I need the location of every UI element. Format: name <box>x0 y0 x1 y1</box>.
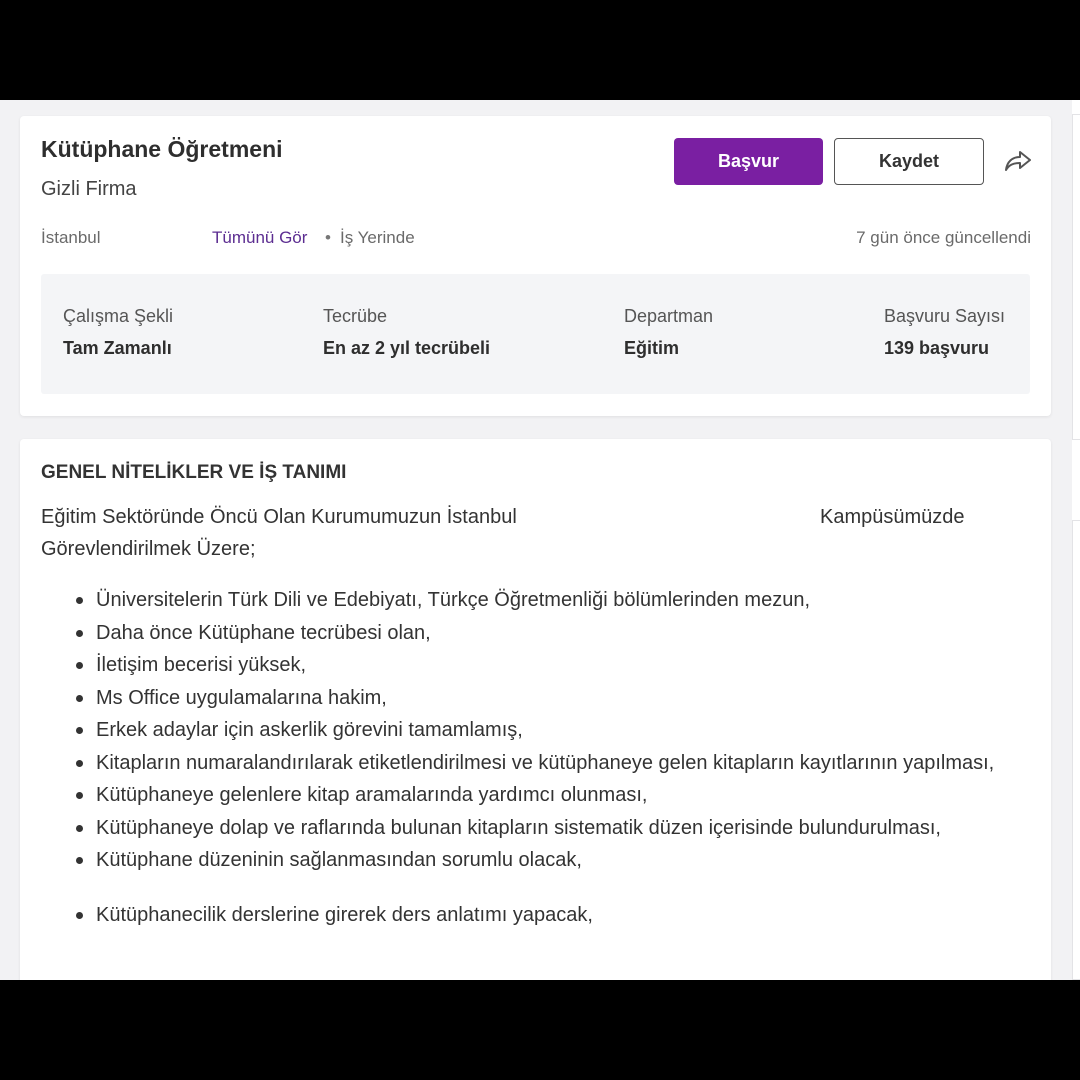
detail-value: Tam Zamanlı <box>63 338 172 358</box>
detail-application-count: Başvuru Sayısı 139 başvuru <box>884 306 1005 359</box>
job-header-card: Kütüphane Öğretmeni Gizli Firma İstanbul… <box>20 116 1051 416</box>
detail-label: Departman <box>624 306 714 326</box>
share-arrow-icon[interactable] <box>1003 146 1033 176</box>
detail-value: En az 2 yıl tecrübeli <box>323 338 491 358</box>
job-description-card: GENEL NİTELİKLER VE İŞ TANIMI Eğitim Sek… <box>20 439 1051 980</box>
description-intro: Eğitim Sektöründe Öncü Olan Kurumumuzun … <box>41 501 1031 571</box>
detail-label: Başvuru Sayısı <box>884 306 1006 326</box>
adjacent-panel-edge <box>1072 100 1080 980</box>
job-details-box: Çalışma Şekli Tam Zamanlı Tecrübe En az … <box>41 274 1030 394</box>
list-item: Daha önce Kütüphane tecrübesi olan, <box>76 617 1036 650</box>
list-item: Kütüphaneye dolap ve raflarında bulunan … <box>76 812 1036 845</box>
detail-label: Tecrübe <box>323 306 388 326</box>
updated-time: 7 gün önce güncellendi <box>856 228 1031 247</box>
job-title: Kütüphane Öğretmeni <box>41 136 283 162</box>
detail-value: 139 başvuru <box>884 338 990 358</box>
requirements-list: Üniversitelerin Türk Dili ve Edebiyatı, … <box>76 584 1036 931</box>
list-item: Kitapların numaralandırılarak etiketlend… <box>76 747 1036 780</box>
detail-value: Eğitim <box>624 338 680 358</box>
job-location: İstanbul <box>41 228 101 247</box>
section-heading: GENEL NİTELİKLER VE İŞ TANIMI <box>41 462 347 483</box>
intro-text: Görevlendirilmek Üzere; <box>41 538 256 560</box>
intro-text: Eğitim Sektöründe Öncü Olan Kurumumuzun … <box>41 506 517 528</box>
job-posting-screen: Kütüphane Öğretmeni Gizli Firma İstanbul… <box>0 100 1080 980</box>
job-meta-row: İstanbul Tümünü Gör • İş Yerinde 7 gün ö… <box>41 228 1031 252</box>
list-item: Kütüphane düzeninin sağlanmasından sorum… <box>76 844 1036 877</box>
list-item: İletişim becerisi yüksek, <box>76 649 1036 682</box>
company-name: Gizli Firma <box>41 178 137 200</box>
save-button[interactable]: Kaydet <box>834 138 984 185</box>
list-item: Erkek adaylar için askerlik görevini tam… <box>76 714 1036 747</box>
work-type: İş Yerinde <box>340 228 415 247</box>
detail-work-type: Çalışma Şekli Tam Zamanlı <box>63 306 173 359</box>
list-item: Kütüphanecilik derslerine girerek ders a… <box>76 899 1036 932</box>
see-all-link[interactable]: Tümünü Gör <box>212 228 307 248</box>
list-item: Üniversitelerin Türk Dili ve Edebiyatı, … <box>76 584 1036 617</box>
detail-experience: Tecrübe En az 2 yıl tecrübeli <box>323 306 490 359</box>
list-item: Kütüphaneye gelenlere kitap aramalarında… <box>76 779 1036 812</box>
intro-text: Kampüsümüzde <box>820 506 965 528</box>
list-item: Ms Office uygulamalarına hakim, <box>76 682 1036 715</box>
apply-button[interactable]: Başvur <box>674 138 823 185</box>
meta-separator: • <box>325 228 331 247</box>
detail-label: Çalışma Şekli <box>63 306 174 326</box>
detail-department: Departman Eğitim <box>624 306 713 359</box>
